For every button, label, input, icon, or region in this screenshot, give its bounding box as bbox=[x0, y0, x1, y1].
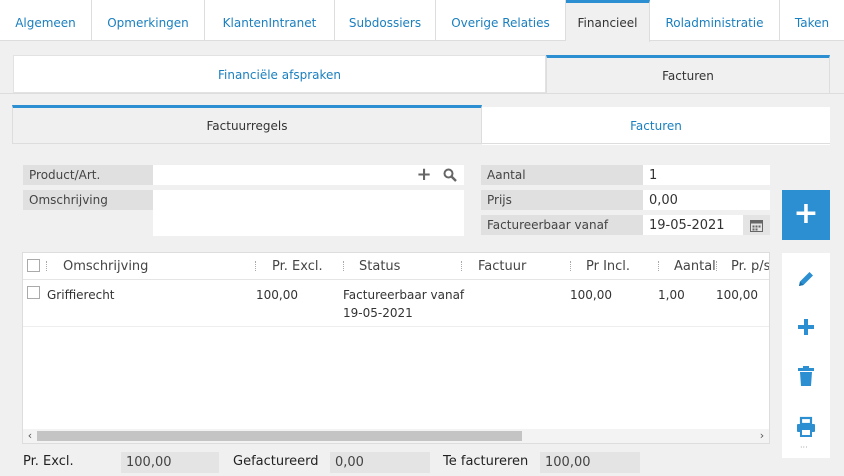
pencil-icon bbox=[799, 272, 813, 286]
totals-invoiced-value: 0,00 bbox=[330, 452, 430, 473]
printer-icon bbox=[797, 416, 815, 437]
column-separator bbox=[461, 261, 462, 271]
top-tab-bar: Algemeen Opmerkingen KlantenIntranet Sub… bbox=[0, 0, 844, 42]
totals-to-invoice-label: Te factureren bbox=[443, 454, 529, 469]
tab-facturen-section[interactable]: Facturen bbox=[546, 55, 830, 93]
tab-roladministratie[interactable]: Roladministratie bbox=[650, 0, 780, 41]
invoice-lines-table: Omschrijving Pr. Excl. Status Factuur Pr… bbox=[22, 252, 770, 444]
tab-financiele-afspraken[interactable]: Financiële afspraken bbox=[13, 55, 546, 93]
column-header-pr-incl[interactable]: Pr Incl. bbox=[586, 253, 630, 280]
totals-excl-label: Pr. Excl. bbox=[23, 454, 74, 469]
plus-icon bbox=[798, 319, 814, 335]
calendar-icon[interactable] bbox=[743, 215, 770, 235]
quantity-label: Aantal bbox=[481, 165, 643, 185]
cell-status-date: 19-05-2021 bbox=[343, 306, 413, 320]
price-label: Prijs bbox=[481, 190, 643, 210]
column-header-aantal[interactable]: Aantal bbox=[674, 253, 716, 280]
row-actions-toolbar: ··· bbox=[782, 253, 830, 458]
select-all-checkbox[interactable] bbox=[27, 259, 40, 272]
tab-factuurregels[interactable]: Factuurregels bbox=[12, 105, 482, 143]
edit-button[interactable] bbox=[782, 259, 830, 299]
tab-facturen[interactable]: Facturen bbox=[482, 107, 830, 145]
table-header: Omschrijving Pr. Excl. Status Factuur Pr… bbox=[23, 253, 769, 280]
column-separator bbox=[716, 261, 717, 271]
trash-icon bbox=[798, 366, 814, 386]
divider bbox=[12, 143, 830, 144]
column-separator bbox=[570, 261, 571, 271]
cell-pr-ps: 100,00 bbox=[716, 288, 758, 302]
tab-overige-relaties[interactable]: Overige Relaties bbox=[436, 0, 566, 41]
horizontal-scrollbar[interactable]: ‹ › bbox=[23, 429, 769, 443]
tab-taken[interactable]: Taken bbox=[780, 0, 844, 41]
scroll-left-icon[interactable]: ‹ bbox=[23, 429, 37, 443]
scrollbar-thumb[interactable] bbox=[37, 431, 522, 441]
column-header-factuur[interactable]: Factuur bbox=[478, 253, 526, 280]
column-header-status[interactable]: Status bbox=[359, 253, 400, 280]
plus-icon: + bbox=[793, 196, 819, 231]
description-field[interactable] bbox=[153, 190, 464, 236]
print-button[interactable]: ··· bbox=[782, 408, 830, 452]
search-icon[interactable] bbox=[440, 165, 460, 185]
divider bbox=[0, 93, 844, 94]
add-line-button[interactable]: + bbox=[782, 190, 830, 240]
totals-invoiced-label: Gefactureerd bbox=[233, 454, 319, 469]
table-row[interactable]: Griffierecht 100,00 Factureerbaar vanaf … bbox=[23, 281, 769, 327]
column-separator bbox=[658, 261, 659, 271]
quantity-field[interactable] bbox=[643, 165, 770, 185]
billable-from-field[interactable] bbox=[643, 215, 743, 235]
more-dots-icon: ··· bbox=[800, 443, 808, 452]
tab-financieel[interactable]: Financieel bbox=[566, 0, 650, 42]
plus-icon[interactable]: + bbox=[414, 165, 434, 185]
tab-klantenintranet[interactable]: KlantenIntranet bbox=[205, 0, 335, 41]
totals-to-invoice-value: 100,00 bbox=[540, 452, 640, 473]
cell-status: Factureerbaar vanaf bbox=[343, 288, 465, 302]
cell-omschrijving: Griffierecht bbox=[47, 288, 115, 302]
delete-button[interactable] bbox=[782, 357, 830, 397]
quantity-input[interactable] bbox=[649, 165, 770, 185]
tab-opmerkingen[interactable]: Opmerkingen bbox=[92, 0, 205, 41]
column-header-omschrijving[interactable]: Omschrijving bbox=[63, 253, 148, 280]
product-label: Product/Art. bbox=[23, 165, 153, 185]
totals-excl-value: 100,00 bbox=[121, 452, 219, 473]
column-header-pr-excl[interactable]: Pr. Excl. bbox=[272, 253, 323, 280]
billable-from-label: Factureerbaar vanaf bbox=[481, 215, 643, 235]
price-input[interactable] bbox=[649, 190, 770, 210]
tab-algemeen[interactable]: Algemeen bbox=[0, 0, 92, 41]
column-separator bbox=[255, 261, 256, 271]
row-checkbox[interactable] bbox=[27, 286, 40, 299]
price-field[interactable] bbox=[643, 190, 770, 210]
cell-aantal: 1,00 bbox=[658, 288, 685, 302]
column-separator bbox=[46, 261, 47, 271]
add-button[interactable] bbox=[782, 307, 830, 347]
description-input[interactable] bbox=[159, 190, 464, 236]
column-separator bbox=[343, 261, 344, 271]
column-header-pr-ps[interactable]: Pr. p/s bbox=[731, 253, 769, 280]
cell-pr-excl: 100,00 bbox=[256, 288, 298, 302]
billable-from-input[interactable] bbox=[649, 215, 743, 235]
description-label: Omschrijving bbox=[23, 190, 153, 210]
scroll-right-icon[interactable]: › bbox=[755, 429, 769, 443]
tab-subdossiers[interactable]: Subdossiers bbox=[335, 0, 436, 41]
cell-pr-incl: 100,00 bbox=[570, 288, 612, 302]
